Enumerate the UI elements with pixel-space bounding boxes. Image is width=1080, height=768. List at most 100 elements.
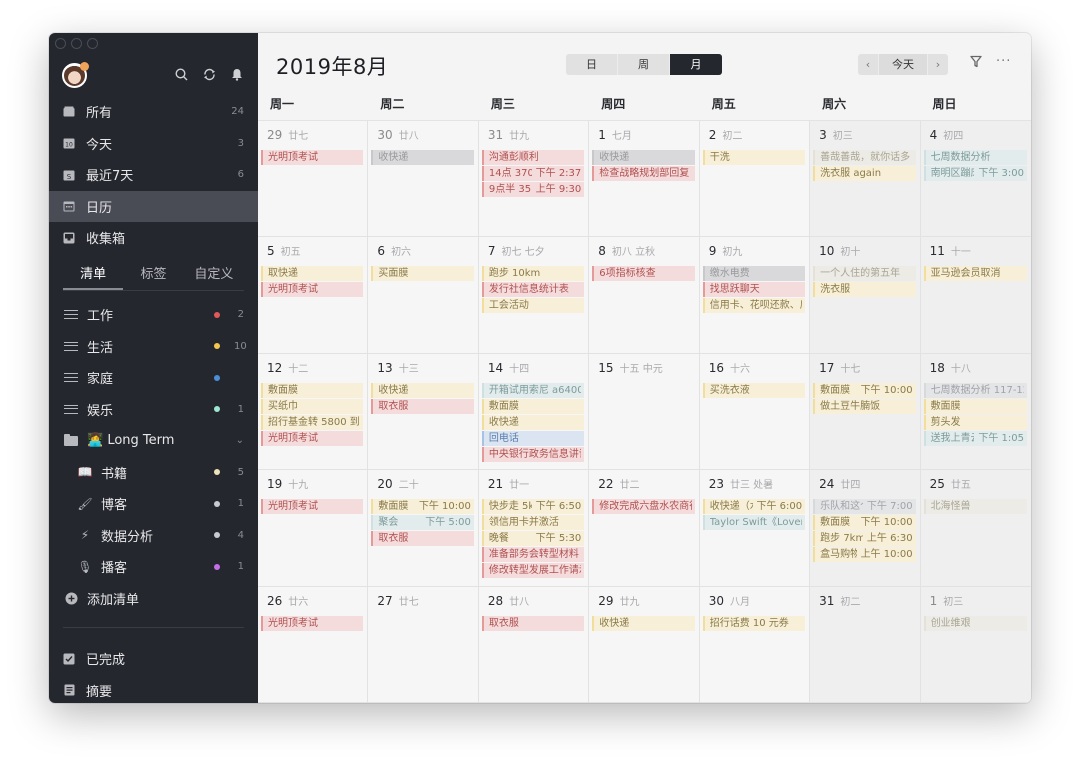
event-item[interactable]: 14点 3701 ³下午 2:37 xyxy=(481,166,585,181)
event-item[interactable]: 洗衣服 again xyxy=(813,166,916,181)
day-cell[interactable]: 9 初九 缴水电费 找思跃聊天 信用卡、花呗还款、房 xyxy=(699,237,811,354)
event-item[interactable]: 光明顶考试 xyxy=(261,615,364,631)
list-item[interactable]: 🖌 博客 1 xyxy=(49,488,258,520)
event-item[interactable]: 乐队和这个夏下午 7:00 xyxy=(813,499,916,515)
day-cell[interactable]: 30 八月 招行话费 10 元券 xyxy=(699,586,811,703)
event-item[interactable]: 做土豆牛腩饭 xyxy=(813,398,916,414)
prev-month-button[interactable]: ‹ xyxy=(858,54,878,75)
event-item[interactable]: Taylor Swift《Lover》 xyxy=(702,515,806,531)
event-item[interactable]: 收快递 xyxy=(592,615,695,631)
day-cell[interactable]: 10 初十 一个人住的第五年 洗衣服 xyxy=(810,237,921,354)
day-cell[interactable]: 20 二十 敷面膜 下午 10:00 聚会 下午 5:00 取衣服 xyxy=(368,470,479,587)
event-item[interactable]: 光明顶考试 xyxy=(261,282,364,298)
event-item[interactable]: 剪头发 xyxy=(923,414,1027,430)
day-cell[interactable]: 29 廿九 收快递 xyxy=(589,586,700,703)
day-cell[interactable]: 30 廿八 收快递 xyxy=(368,121,479,238)
day-cell[interactable]: 23 廿三 处暑收快递（水‹下午 6:00 Taylor Swift《Lover》 xyxy=(699,470,811,587)
event-item[interactable]: 取衣服 xyxy=(481,615,585,631)
event-item[interactable]: 收快递（水‹下午 6:00 xyxy=(702,499,806,515)
sidebar-item-inbox-all[interactable]: 所有 24 xyxy=(49,96,258,128)
list-item[interactable]: 工作 2 xyxy=(49,299,258,331)
view-mode-day[interactable]: 日 xyxy=(566,54,618,75)
day-cell[interactable]: 29 廿七 光明顶考试 xyxy=(258,121,369,238)
day-cell[interactable]: 2 初二 干洗 xyxy=(699,121,811,238)
event-item[interactable]: 洗衣服 xyxy=(813,282,916,298)
event-item[interactable]: 收快递 xyxy=(592,150,695,165)
event-item[interactable]: 七周数据分析 117-120 xyxy=(923,382,1027,398)
minimize-window-button[interactable] xyxy=(71,38,82,49)
next-month-button[interactable]: › xyxy=(928,54,948,75)
list-item[interactable]: 🎙 播客 1 xyxy=(49,551,258,583)
event-item[interactable]: 买洗衣液 xyxy=(702,382,806,398)
event-item[interactable]: 敷面膜 xyxy=(481,398,585,414)
day-cell[interactable]: 14 十四 开箱试用索尼 a6400 ‹ 敷面膜 收快递 回电话 中央银行政务信息讲评 xyxy=(478,353,590,471)
event-item[interactable]: 检查战略规划部回复 xyxy=(592,166,695,181)
sidebar-item-calendar-today[interactable]: 10 今天 3 xyxy=(49,128,258,160)
event-item[interactable]: 敷面膜 xyxy=(923,398,1027,414)
event-item[interactable]: 北海怪兽 xyxy=(923,499,1027,515)
day-cell[interactable]: 26 廿六 光明顶考试 xyxy=(258,586,369,703)
event-item[interactable]: 一个人住的第五年 xyxy=(813,266,916,282)
event-item[interactable]: 聚会 下午 5:00 xyxy=(371,515,474,531)
event-item[interactable]: 敷面膜 下午 10:00 xyxy=(813,515,916,531)
event-item[interactable]: 找思跃聊天 xyxy=(702,282,806,298)
day-cell[interactable]: 31廿九沟通彭顺利14点 3701 ³下午 2:379点半 3519上午 9:3… xyxy=(478,121,590,238)
event-item[interactable]: 修改转型发展工作请示 xyxy=(481,563,585,579)
day-cell[interactable]: 1 初三 创业维艰 xyxy=(920,586,1031,703)
day-cell[interactable]: 25 廿五 北海怪兽 xyxy=(920,470,1031,587)
day-cell[interactable]: 5 初五 取快递 光明顶考试 xyxy=(258,237,369,354)
event-item[interactable]: 招行话费 10 元券 xyxy=(702,615,806,631)
event-item[interactable]: 七周数据分析 xyxy=(923,150,1027,165)
event-item[interactable]: 收快递 xyxy=(371,382,474,398)
event-item[interactable]: 亚马逊会员取消 xyxy=(923,266,1027,282)
day-cell[interactable]: 16 十六 买洗衣液 xyxy=(699,353,811,471)
tab-lists[interactable]: 清单 xyxy=(63,265,124,290)
sidebar-item-calendar[interactable]: 日历 xyxy=(49,190,258,222)
event-item[interactable]: 发行社信息统计表 xyxy=(481,282,585,298)
event-item[interactable]: 收快递 xyxy=(481,414,585,430)
list-item[interactable]: ⚡ 数据分析 4 xyxy=(49,520,258,552)
event-item[interactable]: 盒马购物 上午 10:00 xyxy=(813,547,916,563)
sidebar-item-calendar-7days[interactable]: S 最近7天 6 xyxy=(49,159,258,191)
event-item[interactable]: 晚餐 下午 5:30 xyxy=(481,531,585,547)
search-icon[interactable] xyxy=(174,67,188,81)
event-item[interactable]: 敷面膜 下午 10:00 xyxy=(813,382,916,398)
event-item[interactable]: 收快递 xyxy=(371,150,474,165)
event-item[interactable]: 取衣服 xyxy=(371,531,474,547)
event-item[interactable]: 中央银行政务信息讲评 xyxy=(481,446,585,462)
filter-icon[interactable] xyxy=(970,55,984,73)
event-item[interactable]: 光明顶考试 xyxy=(261,499,364,515)
event-item[interactable]: 创业维艰 xyxy=(923,615,1027,631)
event-item[interactable]: 9点半 3519上午 9:30 xyxy=(481,182,585,197)
event-item[interactable]: 工会活动 xyxy=(481,298,585,314)
event-item[interactable]: 跑步 10km xyxy=(481,266,585,282)
chevron-down-icon[interactable]: ⌄ xyxy=(236,435,244,446)
event-item[interactable]: 善哉善哉，就你话多 xyxy=(813,150,916,165)
day-cell[interactable]: 22 廿二 修改完成六盘水农商行 xyxy=(589,470,700,587)
event-item[interactable]: 招行基金转 5800 到活 xyxy=(261,414,364,430)
day-cell[interactable]: 19 十九 光明顶考试 xyxy=(258,470,369,587)
event-item[interactable]: 沟通彭顺利 xyxy=(481,150,585,165)
zoom-window-button[interactable] xyxy=(87,38,98,49)
sidebar-item-checkbox[interactable]: 已完成 xyxy=(49,643,258,675)
event-item[interactable]: 取快递 xyxy=(261,266,364,282)
list-item[interactable]: 📖 书籍 5 xyxy=(49,457,258,489)
event-item[interactable]: 敷面膜 下午 10:00 xyxy=(371,499,474,515)
today-button[interactable]: 今天 xyxy=(878,54,928,75)
sync-icon[interactable] xyxy=(202,67,216,81)
event-item[interactable]: 送我上青云下午 1:05 xyxy=(923,430,1027,446)
day-cell[interactable]: 24廿四乐队和这个夏下午 7:00敷面膜下午 10:00跑步 7km上午 6:3… xyxy=(810,470,921,587)
event-item[interactable]: 回电话 xyxy=(481,430,585,446)
day-cell[interactable]: 17 十七 敷面膜 下午 10:00 做土豆牛腩饭 xyxy=(810,353,921,471)
list-item[interactable]: 娱乐 1 xyxy=(49,394,258,426)
bell-icon[interactable] xyxy=(230,67,244,81)
day-cell[interactable]: 7 初七 七夕 跑步 10km 发行社信息统计表 工会活动 xyxy=(478,237,590,354)
tab-custom[interactable]: 自定义 xyxy=(184,265,244,290)
event-item[interactable]: 修改完成六盘水农商行 xyxy=(592,499,695,515)
day-cell[interactable]: 1 七月 收快递 检查战略规划部回复 xyxy=(589,121,700,238)
sidebar-item-inbox[interactable]: 收集箱 xyxy=(49,222,258,254)
close-window-button[interactable] xyxy=(55,38,66,49)
event-item[interactable]: 开箱试用索尼 a6400 ‹ xyxy=(481,382,585,398)
day-cell[interactable]: 8 初八 立秋 6项指标核查 xyxy=(589,237,700,354)
day-cell[interactable]: 11 十一 亚马逊会员取消 xyxy=(920,237,1031,354)
